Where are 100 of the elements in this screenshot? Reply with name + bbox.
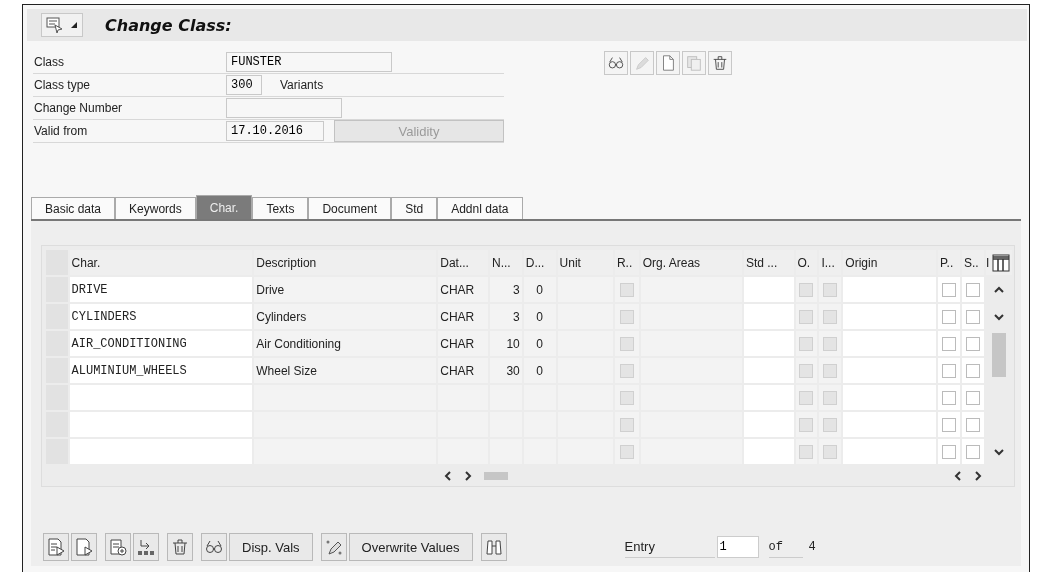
row-selector[interactable] — [45, 330, 69, 357]
scrollbar-thumb[interactable] — [991, 333, 1006, 377]
table-cell: Wheel Size — [253, 357, 438, 384]
toolbar-button[interactable] — [71, 533, 97, 561]
checkbox[interactable] — [965, 282, 980, 297]
checkbox[interactable] — [799, 309, 814, 324]
checkbox[interactable] — [942, 282, 957, 297]
checkbox[interactable] — [942, 363, 957, 378]
checkbox[interactable] — [823, 282, 838, 297]
tab[interactable]: Document — [308, 197, 392, 219]
toolbar-button[interactable] — [480, 533, 507, 561]
tab[interactable]: Std — [391, 197, 438, 219]
checkbox[interactable] — [965, 363, 980, 378]
table-cell: Cylinders — [253, 303, 438, 330]
checkbox[interactable] — [799, 282, 814, 297]
field-label: Class type — [33, 78, 92, 92]
checkbox[interactable] — [799, 390, 814, 405]
checkbox[interactable] — [619, 417, 634, 432]
toolbar-button[interactable] — [604, 51, 628, 75]
checkbox[interactable] — [942, 390, 957, 405]
scroll-left-icon[interactable] — [954, 471, 962, 481]
checkbox[interactable] — [965, 444, 980, 459]
copy-icon — [685, 53, 703, 73]
toolbar-button[interactable] — [708, 51, 732, 75]
input-field[interactable]: 17.10.2016 — [226, 121, 324, 141]
checkbox[interactable] — [965, 390, 980, 405]
row-selector[interactable] — [45, 438, 69, 465]
checkbox[interactable] — [823, 363, 838, 378]
toolbar-button[interactable] — [133, 533, 159, 561]
tab[interactable]: Basic data — [31, 197, 116, 219]
toolbar-button[interactable] — [105, 533, 131, 561]
binoculars-icon — [483, 537, 504, 557]
column-header[interactable]: I — [986, 255, 992, 270]
window-title: Change Class: — [105, 15, 232, 35]
screen-menu-button[interactable] — [41, 13, 83, 37]
row-selector[interactable] — [45, 303, 69, 330]
table-cell[interactable]: ALUMINIUM_WHEELS — [68, 357, 254, 384]
input-field[interactable] — [226, 98, 342, 118]
scroll-left-icon[interactable] — [444, 471, 452, 481]
checkbox[interactable] — [823, 390, 838, 405]
of-label: of — [768, 536, 803, 558]
checkbox[interactable] — [965, 417, 980, 432]
tab[interactable]: Addnl data — [437, 197, 523, 219]
toolbar-button[interactable] — [167, 533, 193, 561]
input-field[interactable]: FUNSTER — [226, 52, 392, 72]
checkbox[interactable] — [965, 336, 980, 351]
checkbox[interactable] — [619, 444, 634, 459]
field-label: Valid from — [33, 124, 89, 138]
tab[interactable]: Char. — [195, 195, 253, 219]
display-values-button[interactable]: Disp. Vals — [229, 533, 313, 561]
table-cell[interactable]: CYLINDERS — [68, 303, 254, 330]
checkbox[interactable] — [942, 417, 957, 432]
trash-icon — [170, 537, 190, 557]
column-settings-icon[interactable] — [991, 253, 1010, 272]
input-cell[interactable] — [68, 438, 254, 465]
checkbox[interactable] — [942, 444, 957, 459]
table-cell: Air Conditioning — [253, 330, 438, 357]
table-cell[interactable]: AIR_CONDITIONING — [68, 330, 254, 357]
checkbox[interactable] — [942, 309, 957, 324]
checkbox[interactable] — [823, 336, 838, 351]
entry-label: Entry — [624, 536, 715, 558]
checkbox[interactable] — [823, 309, 838, 324]
toolbar-button[interactable] — [201, 533, 227, 561]
overwrite-values-button[interactable]: Overwrite Values — [348, 533, 473, 561]
input-field[interactable]: 300 — [226, 75, 262, 95]
scrollbar-thumb[interactable] — [484, 472, 508, 480]
checkbox[interactable] — [965, 309, 980, 324]
toolbar-button[interactable] — [43, 533, 69, 561]
checkbox[interactable] — [619, 363, 634, 378]
table-cell[interactable]: DRIVE — [68, 276, 254, 303]
scroll-right-icon[interactable] — [974, 471, 982, 481]
checkbox[interactable] — [619, 390, 634, 405]
entry-field[interactable]: 1 — [716, 536, 759, 558]
checkbox[interactable] — [823, 444, 838, 459]
checkbox[interactable] — [942, 336, 957, 351]
checkbox[interactable] — [799, 417, 814, 432]
checkbox[interactable] — [823, 417, 838, 432]
row-selector[interactable] — [45, 276, 69, 303]
row-selector[interactable] — [45, 384, 69, 411]
checkbox[interactable] — [619, 309, 634, 324]
checkbox[interactable] — [799, 444, 814, 459]
tab[interactable]: Keywords — [115, 197, 196, 219]
caret-icon — [70, 21, 78, 29]
row-selector[interactable] — [45, 249, 69, 276]
input-cell[interactable] — [68, 384, 254, 411]
input-cell[interactable] — [68, 411, 254, 438]
field-label: Class — [33, 55, 65, 69]
checkbox[interactable] — [799, 363, 814, 378]
toolbar-button[interactable] — [320, 533, 347, 561]
toolbar-button[interactable] — [656, 51, 680, 75]
checkbox[interactable] — [619, 336, 634, 351]
scroll-right-icon[interactable] — [464, 471, 472, 481]
scroll-down-icon[interactable] — [993, 447, 1004, 456]
scroll-down-icon[interactable] — [993, 312, 1004, 321]
scroll-up-icon[interactable] — [993, 285, 1004, 294]
checkbox[interactable] — [619, 282, 634, 297]
tab[interactable]: Texts — [252, 197, 309, 219]
checkbox[interactable] — [799, 336, 814, 351]
row-selector[interactable] — [45, 357, 69, 384]
row-selector[interactable] — [45, 411, 69, 438]
